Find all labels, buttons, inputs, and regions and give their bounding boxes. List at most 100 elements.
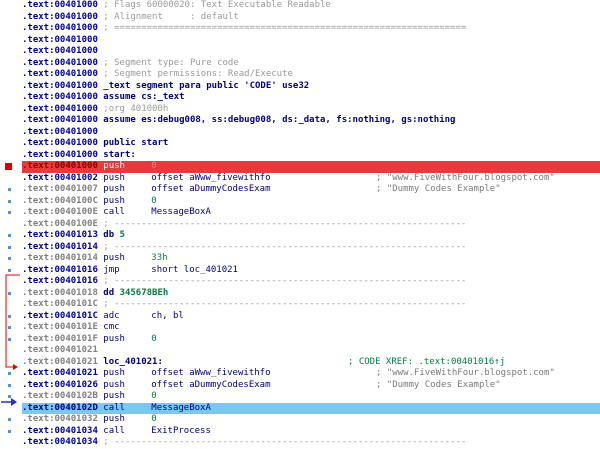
listing-line[interactable]: .text:00401000 assume es:debug008, ss:de… xyxy=(22,115,600,127)
execution-dot xyxy=(8,395,11,398)
execution-dot xyxy=(8,188,11,191)
listing-line[interactable]: .text:00401016 jmp short loc_401021 xyxy=(22,265,600,277)
listing-line[interactable]: .text:00401000 push 0 xyxy=(22,161,600,173)
breakpoint-marker[interactable] xyxy=(5,163,12,170)
line-text: loc_401021: xyxy=(97,356,163,367)
instruction-operand: 0 xyxy=(151,161,157,171)
listing-line[interactable]: .text:00401002 push offset aWww_fivewithf… xyxy=(22,173,600,185)
listing-line[interactable]: .text:00401000 ; =======================… xyxy=(22,23,600,35)
data-directive: db 5 xyxy=(97,230,125,240)
listing-line[interactable]: .text:0040100E ; -----------------------… xyxy=(22,219,600,231)
instruction-operand: offset aDummyCodesExam xyxy=(151,379,271,390)
execution-dot xyxy=(8,418,11,421)
line-address: .text:00401000 xyxy=(22,149,98,160)
execution-dot xyxy=(8,383,11,387)
listing-line[interactable]: .text:00401016 ; -----------------------… xyxy=(22,276,600,288)
listing-line[interactable]: .text:00401007 push offset aDummyCodesExa… xyxy=(22,184,600,196)
line-comment: ; --------------------------------------… xyxy=(97,218,467,229)
instruction-operand: ch, bl xyxy=(151,310,184,321)
listing-line[interactable]: .text:00401000 assume cs:_text xyxy=(22,92,600,104)
listing-line[interactable]: .text:00401000 ;org 401000h xyxy=(22,104,600,116)
line-address: .text:0040101F xyxy=(22,333,98,344)
line-comment: ; CODE XREF: .text:00401016↑j xyxy=(348,356,506,367)
line-comment: ; "www.FiveWithFour.blogspot.com" xyxy=(376,172,555,183)
line-comment: ; --------------------------------------… xyxy=(97,276,467,286)
line-address: .text:0040100E xyxy=(22,218,98,229)
execution-dot xyxy=(8,199,11,203)
line-comment: ; --------------------------------------… xyxy=(97,299,467,309)
listing-lines[interactable]: .text:00401000 ; Flags 60000020: Text Ex… xyxy=(22,0,600,449)
listing-line[interactable]: .text:00401013 db 5 xyxy=(22,230,600,242)
line-address: .text:00401034 xyxy=(22,437,98,447)
listing-line[interactable]: .text:00401032 push 0 xyxy=(22,414,600,426)
listing-line[interactable]: .text:00401014 push 33h xyxy=(22,253,600,265)
line-address: .text:0040102D xyxy=(22,402,98,413)
listing-line[interactable]: .text:00401021 xyxy=(22,345,600,357)
listing-line[interactable]: .text:00401026 push offset aDummyCodesExa… xyxy=(22,380,600,392)
line-address: .text:00401026 xyxy=(22,379,98,390)
line-comment: ; "www.FiveWithFour.blogspot.com" xyxy=(376,368,555,378)
line-address: .text:00401032 xyxy=(22,414,98,424)
listing-line[interactable]: .text:0040102B push 0 xyxy=(22,391,600,403)
listing-line[interactable]: .text:0040102D call MessageBoxA xyxy=(22,402,600,414)
line-address: .text:0040102B xyxy=(22,391,98,401)
listing-line[interactable]: .text:0040101C adc ch, bl xyxy=(22,311,600,323)
listing-line[interactable]: .text:00401000 ; Alignment : default xyxy=(22,12,600,24)
line-address: .text:00401000 xyxy=(22,0,98,10)
listing-line[interactable]: .text:00401000 ; Flags 60000020: Text Ex… xyxy=(22,0,600,12)
line-address: .text:00401000 xyxy=(22,34,98,45)
line-text: assume es:debug008, ss:debug008, ds:_dat… xyxy=(97,115,456,125)
line-text: assume cs:_text xyxy=(97,92,185,102)
instruction-operand: MessageBoxA xyxy=(151,402,211,413)
listing-line[interactable]: .text:00401000 xyxy=(22,35,600,47)
listing-line[interactable]: .text:0040101E cmc xyxy=(22,322,600,334)
arrows-gutter xyxy=(0,0,22,446)
instruction-operand: offset aDummyCodesExam xyxy=(151,184,271,194)
line-address: .text:00401000 xyxy=(22,69,98,79)
listing-line[interactable]: .text:00401014 ; -----------------------… xyxy=(22,242,600,254)
listing-line[interactable]: .text:0040100C push 0 xyxy=(22,196,600,208)
listing-line[interactable]: .text:0040101C ; -----------------------… xyxy=(22,299,600,311)
listing-line[interactable]: .text:00401034 ; -----------------------… xyxy=(22,437,600,449)
line-address: .text:00401014 xyxy=(22,241,98,252)
listing-line[interactable]: .text:00401021 loc_401021: ; CODE XREF: .… xyxy=(22,357,600,369)
instruction-mnemonic: adc xyxy=(103,310,120,321)
instruction-operand: 0 xyxy=(151,391,157,401)
instruction-mnemonic: push xyxy=(103,391,125,401)
listing-line[interactable]: .text:0040101F push 0 xyxy=(22,334,600,346)
instruction-mnemonic: push xyxy=(103,379,125,390)
listing-line[interactable]: .text:00401034 call ExitProcess xyxy=(22,426,600,438)
line-address: .text:00401000 xyxy=(22,11,98,22)
instruction-mnemonic: call xyxy=(103,207,125,217)
line-comment: ; "Dummy Codes Example" xyxy=(376,379,501,390)
line-address: .text:0040100C xyxy=(22,195,98,206)
execution-dot xyxy=(8,211,11,214)
instruction-mnemonic: push xyxy=(103,172,125,183)
line-text: start: xyxy=(97,149,136,160)
disassembly-listing[interactable]: .text:00401000 ; Flags 60000020: Text Ex… xyxy=(0,0,600,449)
execution-dot xyxy=(8,245,11,249)
listing-line[interactable]: .text:00401000 start: xyxy=(22,150,600,162)
line-address: .text:00401000 xyxy=(22,126,98,137)
instruction-mnemonic: push xyxy=(103,333,125,344)
instruction-operand: 0 xyxy=(151,333,157,344)
listing-line[interactable]: .text:0040100E call MessageBoxA xyxy=(22,207,600,219)
listing-line[interactable]: .text:00401021 push offset aWww_fivewithf… xyxy=(22,368,600,380)
listing-line[interactable]: .text:00401000 ; Segment type: Pure code xyxy=(22,58,600,70)
line-address: .text:00401016 xyxy=(22,276,98,286)
execution-dot xyxy=(8,314,11,318)
execution-dot xyxy=(8,326,11,329)
execution-dot xyxy=(8,337,11,341)
line-address: .text:00401000 xyxy=(22,115,98,125)
line-address: .text:0040100E xyxy=(22,207,98,217)
listing-line[interactable]: .text:00401000 _text segment para public… xyxy=(22,81,600,93)
instruction-mnemonic: push xyxy=(103,368,125,378)
listing-line[interactable]: .text:00401000 xyxy=(22,127,600,139)
listing-line[interactable]: .text:00401000 public start xyxy=(22,138,600,150)
line-text: _text segment para public 'CODE' use32 xyxy=(97,80,310,91)
listing-line[interactable]: .text:00401000 ; Segment permissions: Re… xyxy=(22,69,600,81)
execution-dot xyxy=(8,268,11,272)
execution-dot xyxy=(8,429,11,433)
listing-line[interactable]: .text:00401000 xyxy=(22,46,600,58)
listing-line[interactable]: .text:00401018 dd 345678BEh xyxy=(22,288,600,300)
